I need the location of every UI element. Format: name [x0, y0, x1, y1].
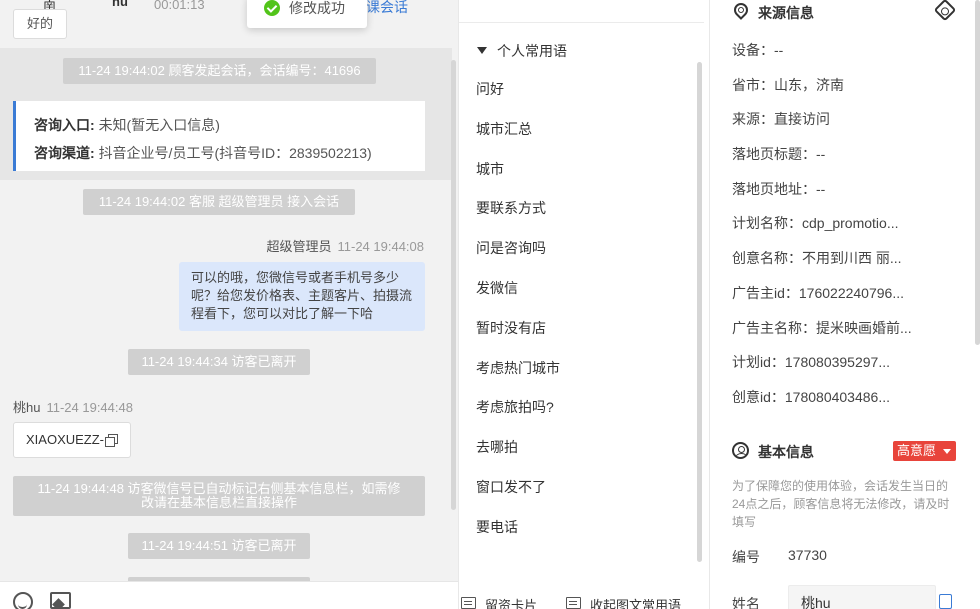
source-advertiser-id: 广告主id：176022240796...	[732, 284, 904, 301]
intent-level-label: 高意愿	[897, 443, 937, 458]
wechat-notice-line-1: 11-24 19:44:48 访客微信号已自动标记右侧基本信息栏，如需修	[37, 481, 401, 496]
phrase-item[interactable]: 暂时没有店	[476, 309, 560, 349]
source-plan-name: 计划名称：cdp_promotio...	[732, 215, 899, 232]
visitor-name: 桃hu	[13, 400, 41, 415]
wechat-notice-line-2: 改请在基本信息栏直接操作	[140, 495, 297, 510]
visitor-message-time: 11-24 19:44:48	[46, 400, 133, 415]
phrase-item[interactable]: 去哪拍	[476, 428, 560, 468]
name-input[interactable]: 桃hu	[788, 585, 936, 609]
phrase-item[interactable]: 问是咨询吗	[476, 229, 560, 269]
agent-name: 超级管理员	[266, 239, 332, 254]
intent-level-dropdown[interactable]: 高意愿	[893, 441, 956, 461]
source-plan-id: 计划id：178080395297...	[732, 354, 890, 371]
phrase-item[interactable]: 问好	[476, 70, 560, 110]
toast-message: 修改成功	[289, 0, 345, 16]
phrase-group-label: 个人常用语	[497, 43, 567, 59]
copy-icon[interactable]	[105, 434, 118, 447]
name-label: 姓名	[732, 596, 760, 609]
emoji-icon[interactable]	[13, 592, 33, 609]
previous-visitor-name-suffix: hu	[112, 0, 128, 9]
source-origin: 来源：直接访问	[732, 111, 830, 128]
basic-info-title: 基本信息	[758, 444, 814, 460]
toast-success: 修改成功	[247, 0, 367, 28]
check-circle-icon	[264, 0, 280, 16]
info-scrollbar[interactable]	[975, 0, 980, 345]
visitor-message-meta: 桃hu 11-24 19:44:48	[13, 397, 133, 416]
phrase-item[interactable]: 城市	[476, 150, 560, 190]
consult-info-card: 咨询入口: 未知(暂无入口信息) 咨询渠道: 抖音企业号/员工号(抖音号ID：2…	[13, 101, 425, 171]
user-circle-icon	[732, 442, 749, 459]
phrase-item[interactable]: 发微信	[476, 269, 560, 309]
visitor-message-text: XIAOXUEZZ-	[26, 432, 105, 447]
phrase-item[interactable]: 要电话	[476, 508, 560, 548]
workspace: 南 hu 00:01:13 课会话 好的 11-24 19:44:02 顾客发起…	[0, 0, 980, 609]
phrase-list: 问好 城市汇总 城市 要联系方式 问是咨询吗 发微信 暂时没有店 考虑热门城市 …	[476, 70, 560, 548]
agent-message-meta: 超级管理员 11-24 19:44:08	[266, 236, 424, 255]
consult-entry-line: 咨询入口: 未知(暂无入口信息)	[34, 111, 425, 139]
settings-icon[interactable]	[933, 0, 957, 22]
phrase-item[interactable]: 要联系方式	[476, 189, 560, 229]
consult-channel-line: 咨询渠道: 抖音企业号/员工号(抖音号ID：2839502213)	[34, 139, 425, 167]
consult-entry-label: 咨询入口:	[34, 117, 95, 133]
previous-session-link[interactable]: 课会话	[366, 0, 408, 17]
customer-info-panel: 来源信息 设备：-- 省市：山东，济南 来源：直接访问 落地页标题：-- 落地页…	[709, 0, 980, 609]
divider	[459, 22, 704, 23]
source-advertiser-name: 广告主名称：提米映画婚前...	[732, 319, 912, 336]
consult-entry-value: 未知(暂无入口信息)	[98, 117, 220, 133]
id-label: 编号	[732, 549, 760, 565]
source-info-title: 来源信息	[758, 5, 814, 21]
visitor-message-bubble: XIAOXUEZZ-	[13, 422, 131, 458]
source-creative-id: 创意id：178080403486...	[732, 388, 890, 405]
source-device: 设备：--	[732, 42, 784, 58]
lead-card-button[interactable]: 留资卡片	[485, 595, 537, 609]
system-message-visitor-left: 11-24 19:44:34 访客已离开	[128, 349, 310, 375]
system-message-session-start: 11-24 19:44:02 顾客发起会话，会话编号：41696	[63, 58, 376, 84]
chat-panel: 南 hu 00:01:13 课会话 好的 11-24 19:44:02 顾客发起…	[0, 0, 458, 609]
chat-history-top: 南 hu 00:01:13 课会话 好的	[0, 0, 458, 48]
chat-scrollbar[interactable]	[451, 60, 456, 510]
phrase-item[interactable]: 考虑旅拍吗?	[476, 388, 560, 428]
document-icon[interactable]	[939, 594, 952, 609]
source-landing-title: 落地页标题：--	[732, 146, 826, 163]
phrase-item[interactable]: 窗口发不了	[476, 468, 560, 508]
image-icon[interactable]	[50, 592, 71, 609]
phrase-item[interactable]: 城市汇总	[476, 110, 560, 150]
system-message-visitor-left-2: 11-24 19:44:51 访客已离开	[128, 533, 310, 559]
collapse-icon[interactable]	[566, 597, 581, 609]
caret-down-icon	[943, 449, 951, 454]
agent-message-time: 11-24 19:44:08	[337, 239, 425, 254]
source-info-list: 设备：-- 省市：山东，济南 来源：直接访问 落地页标题：-- 落地页地址：--…	[732, 33, 912, 415]
location-pin-icon	[731, 0, 751, 20]
source-landing-url: 落地页地址：--	[732, 180, 826, 197]
consult-channel-label: 咨询渠道:	[34, 145, 95, 161]
system-message-wechat-marked: 11-24 19:44:48 访客微信号已自动标记右侧基本信息栏，如需修 改请在…	[13, 476, 425, 516]
common-phrases-panel: 个人常用语 问好 城市汇总 城市 要联系方式 问是咨询吗 发微信 暂时没有店 考…	[458, 0, 709, 609]
collapse-phrases-button[interactable]: 收起图文常用语	[590, 595, 681, 609]
system-message-agent-joined: 11-24 19:44:02 客服 超级管理员 接入会话	[83, 189, 355, 215]
message-bubble: 好的	[13, 9, 68, 39]
source-creative-name: 创意名称：不用到川西 丽...	[732, 250, 902, 267]
basic-info-note: 为了保障您的使用体验，会话发生当日的24点之后，顾客信息将无法修改，请及时填写	[732, 479, 950, 529]
phrase-scrollbar[interactable]	[697, 62, 702, 562]
chat-toolbar	[0, 581, 458, 609]
phrase-footer: 留资卡片 收起图文常用语	[459, 590, 710, 609]
previous-duration: 00:01:13	[154, 0, 205, 12]
card-icon[interactable]	[461, 597, 476, 609]
phrase-item[interactable]: 考虑热门城市	[476, 349, 560, 389]
id-value: 37730	[788, 547, 827, 563]
consult-channel-value: 抖音企业号/员工号(抖音号ID：2839502213)	[98, 145, 372, 161]
caret-down-icon	[477, 47, 487, 54]
agent-message-bubble: 可以的哦，您微信号或者手机号多少呢？给您发价格表、主题客片、拍摄流程看下，您可以…	[179, 262, 425, 331]
phrase-group-header[interactable]: 个人常用语	[477, 41, 567, 61]
source-region: 省市：山东，济南	[732, 76, 844, 93]
